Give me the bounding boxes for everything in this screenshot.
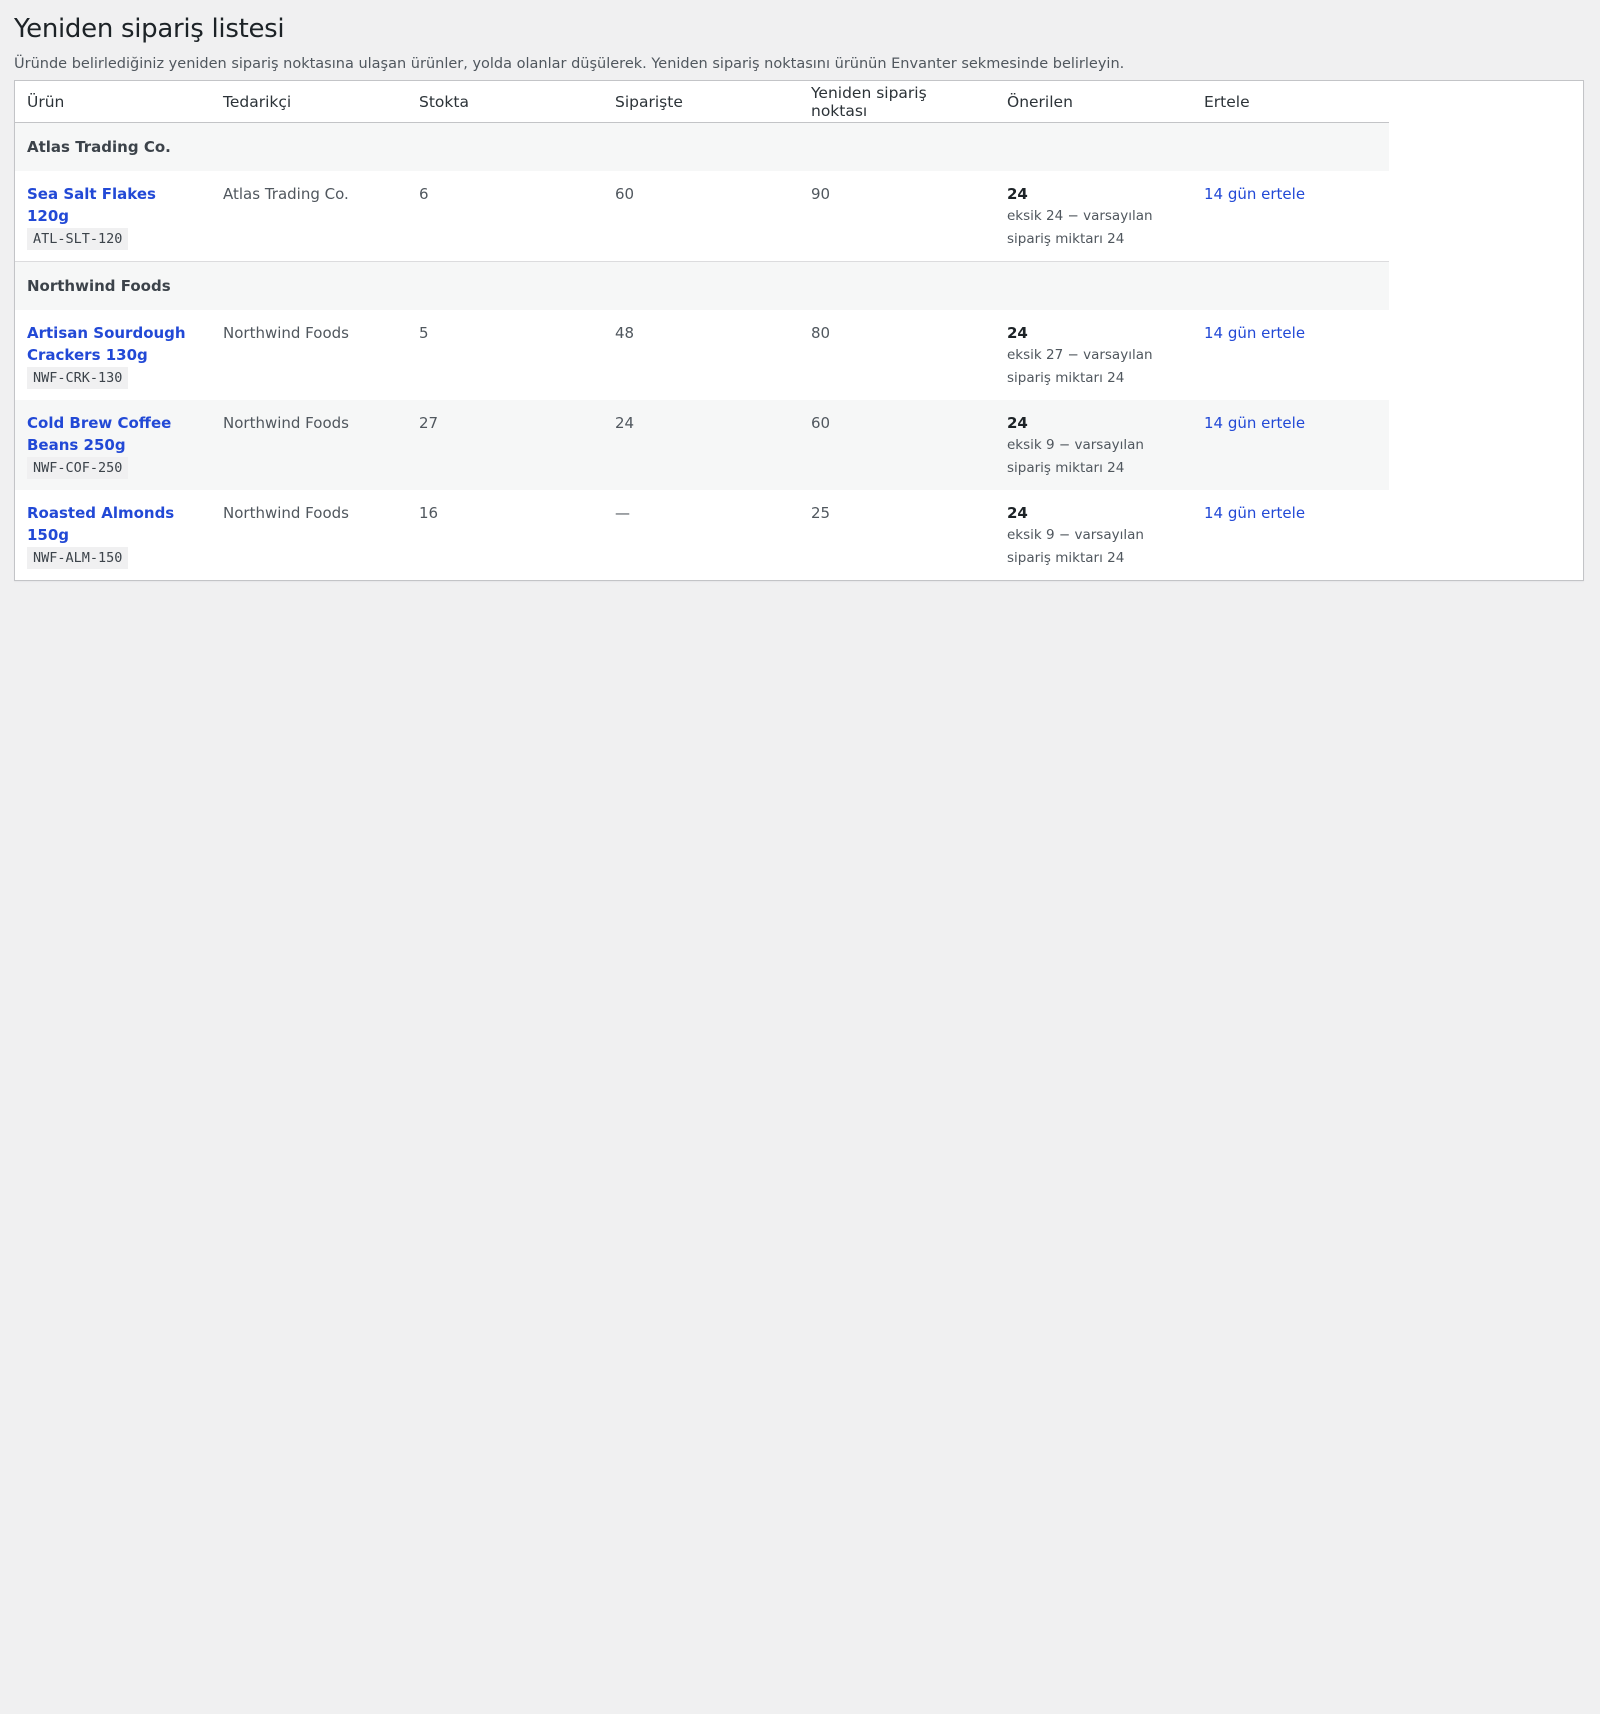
- reorder-table-panel: Ürün Tedarikçi Stokta Siparişte Yeniden …: [14, 80, 1584, 581]
- snooze-link[interactable]: 14 gün ertele: [1204, 414, 1305, 432]
- in-stock-cell: 27: [407, 400, 603, 490]
- column-header-suggested: Önerilen: [995, 81, 1192, 123]
- suggested-quantity: 24: [1007, 324, 1028, 342]
- reorder-point-cell: 25: [811, 504, 831, 522]
- sku-code: ATL-SLT-120: [27, 228, 129, 250]
- group-row: Atlas Trading Co.: [15, 122, 1389, 171]
- sku-code: NWF-COF-250: [27, 457, 129, 479]
- product-cell: Cold Brew Coffee Beans 250g NWF-COF-250: [15, 400, 211, 490]
- reorder-point-cell: 90: [811, 185, 831, 203]
- suggested-cell: 24 eksik 9 − varsayılan sipariş miktarı …: [995, 400, 1192, 490]
- group-row: Northwind Foods: [15, 261, 1389, 310]
- suggested-note: eksik 9 − varsayılan sipariş miktarı 24: [1007, 437, 1144, 476]
- page-title: Yeniden sipariş listesi: [14, 14, 285, 44]
- column-header-product: Ürün: [15, 81, 211, 123]
- suggested-note: eksik 27 − varsayılan sipariş miktarı 24: [1007, 347, 1153, 386]
- product-link[interactable]: Sea Salt Flakes 120g: [27, 185, 156, 225]
- on-order-cell: 60: [615, 185, 635, 203]
- product-cell: Artisan Sourdough Crackers 130g NWF-CRK-…: [15, 310, 211, 400]
- supplier-cell: Atlas Trading Co.: [223, 185, 349, 203]
- table-header: Ürün Tedarikçi Stokta Siparişte Yeniden …: [15, 81, 1389, 123]
- suggested-quantity: 24: [1007, 185, 1028, 203]
- table-row: Sea Salt Flakes 120g ATL-SLT-120 Atlas T…: [15, 171, 1389, 262]
- snooze-cell: 14 gün ertele: [1192, 400, 1389, 490]
- supplier-cell: Northwind Foods: [211, 400, 407, 490]
- sku-code: NWF-CRK-130: [27, 367, 129, 389]
- snooze-link[interactable]: 14 gün ertele: [1204, 324, 1305, 342]
- snooze-cell: 14 gün ertele: [1192, 171, 1389, 262]
- in-stock-cell: 16: [419, 504, 439, 522]
- column-header-reorder-point: Yeniden sipariş noktası: [799, 81, 995, 123]
- product-link[interactable]: Artisan Sourdough Crackers 130g: [27, 324, 186, 364]
- table-body: Atlas Trading Co. Sea Salt Flakes 120g A…: [15, 122, 1389, 581]
- reorder-point-cell: 60: [799, 400, 995, 490]
- product-cell: Sea Salt Flakes 120g ATL-SLT-120: [15, 171, 211, 262]
- supplier-cell: Northwind Foods: [223, 324, 349, 342]
- suggested-cell: 24 eksik 27 − varsayılan sipariş miktarı…: [995, 310, 1192, 400]
- suggested-quantity: 24: [1007, 414, 1028, 432]
- snooze-cell: 14 gün ertele: [1192, 310, 1389, 400]
- table-row: Roasted Almonds 150g NWF-ALM-150 Northwi…: [15, 490, 1389, 580]
- table-row: Cold Brew Coffee Beans 250g NWF-COF-250 …: [15, 400, 1389, 490]
- in-stock-cell: 5: [419, 324, 429, 342]
- column-header-snooze: Ertele: [1192, 81, 1389, 123]
- snooze-cell: 14 gün ertele: [1192, 490, 1389, 580]
- column-header-supplier: Tedarikçi: [211, 81, 407, 123]
- product-link[interactable]: Roasted Almonds 150g: [27, 504, 174, 544]
- product-cell: Roasted Almonds 150g NWF-ALM-150: [15, 490, 211, 580]
- page-description: Üründe belirlediğiniz yeniden sipariş no…: [14, 56, 1125, 72]
- sku-code: NWF-ALM-150: [27, 547, 129, 569]
- in-stock-cell: 6: [419, 185, 429, 203]
- suggested-quantity: 24: [1007, 504, 1028, 522]
- column-header-in-stock: Stokta: [407, 81, 603, 123]
- product-link[interactable]: Cold Brew Coffee Beans 250g: [27, 414, 171, 454]
- suggested-note: eksik 9 − varsayılan sipariş miktarı 24: [1007, 527, 1144, 566]
- page-wrapper: Yeniden sipariş listesi Üründe belirledi…: [0, 0, 1600, 581]
- on-order-cell: 24: [603, 400, 799, 490]
- supplier-cell: Northwind Foods: [223, 504, 349, 522]
- snooze-link[interactable]: 14 gün ertele: [1204, 185, 1305, 203]
- group-name: Atlas Trading Co.: [15, 122, 1389, 171]
- suggested-cell: 24 eksik 9 − varsayılan sipariş miktarı …: [995, 490, 1192, 580]
- table-row: Artisan Sourdough Crackers 130g NWF-CRK-…: [15, 310, 1389, 400]
- reorder-point-cell: 80: [811, 324, 831, 342]
- suggested-note: eksik 24 − varsayılan sipariş miktarı 24: [1007, 208, 1153, 247]
- snooze-link[interactable]: 14 gün ertele: [1204, 504, 1305, 522]
- suggested-cell: 24 eksik 24 − varsayılan sipariş miktarı…: [995, 171, 1192, 262]
- column-header-on-order: Siparişte: [603, 81, 799, 123]
- reorder-table: Ürün Tedarikçi Stokta Siparişte Yeniden …: [15, 81, 1389, 580]
- on-order-cell: —: [615, 504, 630, 522]
- on-order-cell: 48: [615, 324, 635, 342]
- group-name: Northwind Foods: [15, 261, 1389, 310]
